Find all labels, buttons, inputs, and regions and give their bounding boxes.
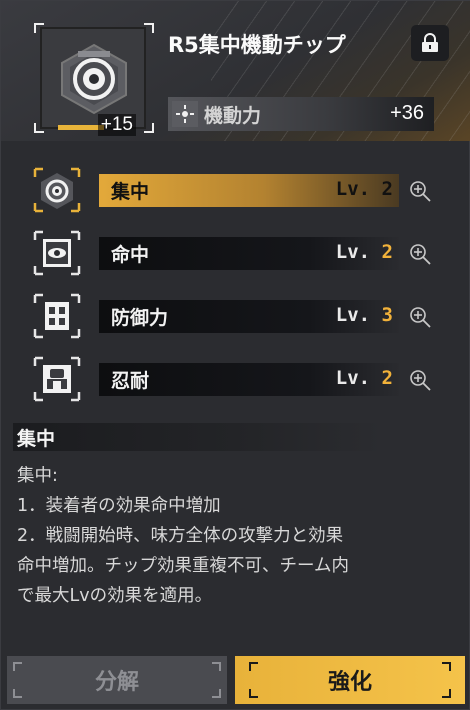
description-text: 集中: 1．装着者の効果命中増加 2．戦闘開始時、味方全体の攻撃力と効果 命中増… bbox=[17, 461, 457, 611]
enhance-button[interactable]: 強化 bbox=[235, 656, 465, 704]
skill-level: Lv. 2 bbox=[335, 241, 393, 263]
main-stat-name: 機動力 bbox=[204, 105, 262, 127]
skill-name: 防御力 bbox=[111, 307, 169, 329]
main-stat-row: 機動力 +36 bbox=[168, 97, 434, 131]
endurance-robot-icon bbox=[33, 356, 81, 402]
chip-detail-panel: +15 R5集中機動チップ 機動力 +36 集中 Lv. 2 命中 Lv. 2 … bbox=[0, 0, 470, 710]
skill-name: 集中 bbox=[111, 181, 150, 203]
description-heading: 集中 bbox=[13, 423, 383, 451]
skill-row-accuracy[interactable]: 命中 Lv. 2 bbox=[31, 230, 441, 276]
defense-block-icon bbox=[33, 293, 81, 339]
zoom-in-icon[interactable] bbox=[408, 368, 432, 392]
skill-level: Lv. 3 bbox=[335, 304, 393, 326]
description-line: 1．装着者の効果命中増加 bbox=[17, 496, 221, 516]
zoom-in-icon[interactable] bbox=[408, 242, 432, 266]
lock-icon bbox=[422, 33, 438, 52]
description-line: 集中: bbox=[17, 466, 58, 486]
decompose-label: 分解 bbox=[94, 670, 139, 695]
enhance-level: +15 bbox=[97, 114, 136, 136]
skill-level: Lv. 2 bbox=[335, 367, 393, 389]
chip-image-frame[interactable]: +15 bbox=[34, 23, 154, 136]
accuracy-eye-icon bbox=[33, 230, 81, 276]
zoom-in-icon[interactable] bbox=[408, 305, 432, 329]
chip-title: R5集中機動チップ bbox=[168, 33, 346, 57]
decompose-button[interactable]: 分解 bbox=[7, 656, 227, 704]
lock-button[interactable] bbox=[411, 25, 449, 61]
main-stat-value: +36 bbox=[390, 102, 424, 124]
enhance-label: 強化 bbox=[327, 670, 372, 695]
focus-eye-icon bbox=[33, 167, 81, 213]
skill-row-focus[interactable]: 集中 Lv. 2 bbox=[31, 167, 441, 213]
description-line: で最大Lvの効果を適用。 bbox=[17, 586, 213, 606]
description-line: 2．戦闘開始時、味方全体の攻撃力と効果 bbox=[17, 526, 344, 546]
chip-image: +15 bbox=[40, 27, 146, 136]
skill-name: 命中 bbox=[111, 244, 150, 266]
target-chip-icon bbox=[61, 43, 127, 115]
mobility-icon bbox=[172, 101, 198, 127]
skill-row-endurance[interactable]: 忍耐 Lv. 2 bbox=[31, 356, 441, 402]
skill-row-defense[interactable]: 防御力 Lv. 3 bbox=[31, 293, 441, 339]
chip-header: +15 R5集中機動チップ 機動力 +36 bbox=[1, 1, 470, 141]
skill-level: Lv. 2 bbox=[335, 178, 393, 200]
skill-name: 忍耐 bbox=[111, 370, 150, 392]
description-line: 命中増加。チップ効果重複不可、チーム内 bbox=[17, 556, 349, 576]
zoom-in-icon[interactable] bbox=[408, 179, 432, 203]
